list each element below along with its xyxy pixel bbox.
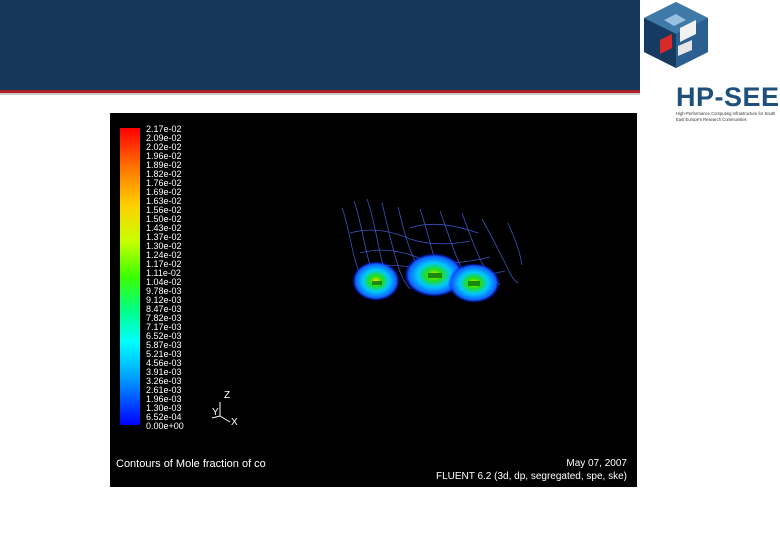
solver-info: FLUENT 6.2 (3d, dp, segregated, spe, ske… xyxy=(435,471,627,482)
hp-see-logo-icon xyxy=(644,2,708,68)
fluent-contour-plot: 2.17e-02 2.09e-02 2.02e-02 1.96e-02 1.89e-02… xyxy=(110,113,637,487)
header-divider-grey xyxy=(0,93,640,95)
axis-label-z: Z xyxy=(224,390,231,401)
axis-label-x: X xyxy=(231,417,238,428)
header-banner xyxy=(0,0,640,90)
plot-date: May 07, 2007 xyxy=(566,458,627,469)
brand-name: HP-SEE xyxy=(676,82,780,112)
plot-title: Contours of Mole fraction of co xyxy=(116,458,266,470)
brand-tagline: High-Performance Computing Infrastructur… xyxy=(676,111,776,122)
axis-label-y: Y xyxy=(212,407,219,418)
contour-plumes xyxy=(341,198,523,303)
